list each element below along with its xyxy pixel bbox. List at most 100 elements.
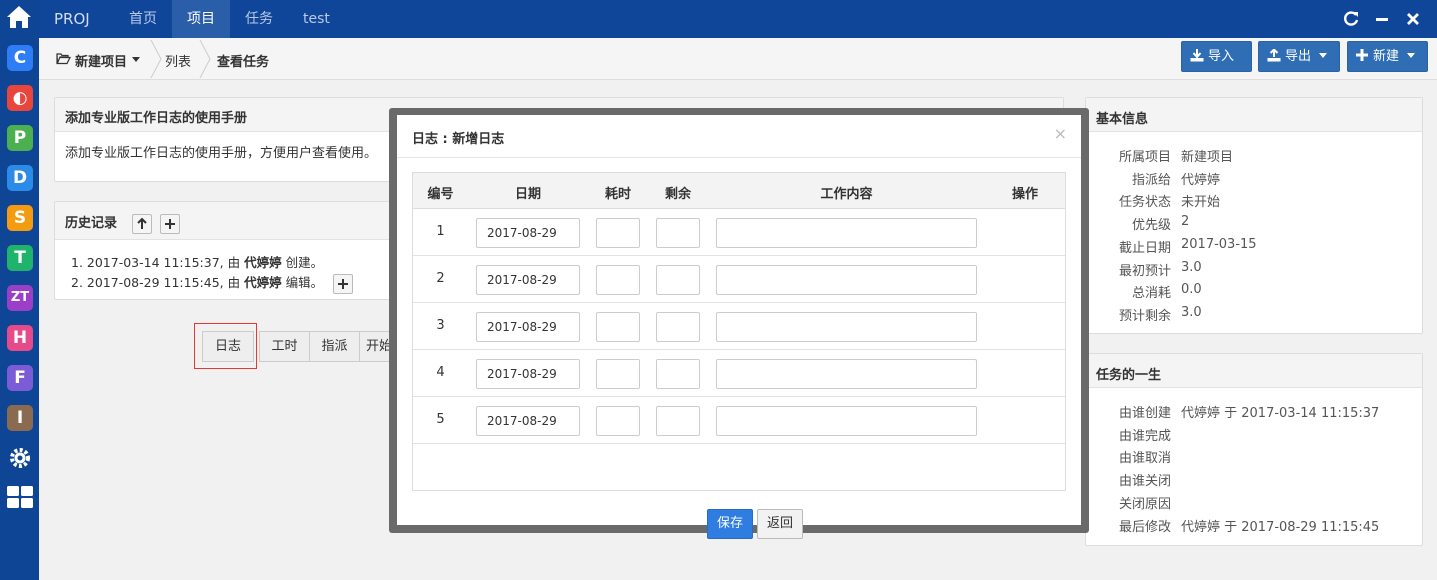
dock-app-icon[interactable]: D [7, 165, 33, 191]
nav-test[interactable]: test [288, 0, 345, 38]
left-input[interactable] [656, 406, 700, 436]
nav-home[interactable]: 首页 [114, 0, 172, 38]
history-entry: 2. 2017-08-29 11:15:45, 由 代婷婷 编辑。 [71, 272, 354, 294]
consumed-input[interactable] [596, 218, 640, 248]
import-label: 导入 [1208, 49, 1235, 64]
caret-down-icon [1407, 53, 1416, 58]
info-label: 最初预计 [1118, 263, 1171, 279]
top-navbar: PROJ 首页 项目 任务 test [39, 0, 1437, 38]
breadcrumb-separator [199, 40, 211, 78]
app-dock: C ◐ P D S T ZT H F I [0, 0, 39, 580]
consumed-input[interactable] [596, 265, 640, 295]
dock-app-icon[interactable]: F [7, 365, 33, 391]
history-entry-user: 代婷婷 [244, 275, 282, 290]
breadcrumb-list[interactable]: 列表 [165, 51, 191, 70]
back-button[interactable]: 返回 [757, 509, 803, 539]
caret-down-icon [1319, 53, 1328, 58]
export-button[interactable]: 导出 [1258, 41, 1340, 72]
info-value: 新建项目 [1181, 150, 1234, 165]
col-ops: 操作 [1011, 187, 1038, 202]
dock-app-icon[interactable]: ZT [7, 285, 33, 311]
nav-project[interactable]: 项目 [172, 0, 230, 38]
info-label: 指派给 [1131, 172, 1171, 188]
info-label: 总消耗 [1131, 286, 1171, 302]
date-input[interactable]: 2017-08-29 [476, 406, 580, 436]
consumed-input[interactable] [596, 312, 640, 342]
info-value: 3.0 [1181, 259, 1202, 275]
history-entry-user: 代婷婷 [244, 255, 282, 270]
date-input[interactable]: 2017-08-29 [476, 265, 580, 295]
work-content-input[interactable] [716, 312, 977, 342]
info-value: 未开始 [1181, 195, 1221, 211]
dock-app-icon[interactable]: P [7, 125, 33, 151]
log-button[interactable]: 日志 [202, 331, 254, 362]
breadcrumb-separator [150, 40, 162, 78]
info-label: 所属项目 [1118, 150, 1171, 165]
caret-down-icon[interactable] [132, 57, 140, 62]
dock-app-icon[interactable]: C [7, 45, 33, 71]
info-label: 最后修改 [1118, 519, 1171, 535]
history-expand-button[interactable] [160, 213, 181, 234]
date-input[interactable]: 2017-08-29 [476, 218, 580, 248]
dock-app-icon[interactable]: S [7, 205, 33, 231]
dock-app-icon[interactable]: I [7, 405, 33, 431]
breadcrumb-project[interactable]: 新建项目 [75, 51, 127, 70]
plus-icon [338, 278, 349, 289]
modal-close-icon[interactable]: × [1054, 124, 1067, 143]
log-row: 2 2017-08-29 [413, 256, 1065, 303]
download-icon [1190, 49, 1204, 62]
log-row-number: 5 [436, 412, 445, 427]
col-date: 日期 [514, 187, 541, 202]
log-table: 编号 日期 耗时 剩余 工作内容 操作 1 2017-08-29 2 2017-08-… [412, 172, 1066, 539]
left-input[interactable] [656, 218, 700, 248]
history-entry-action: 创建。 [281, 255, 324, 270]
history-title: 历史记录 [65, 216, 118, 231]
save-button[interactable]: 保存 [707, 509, 753, 539]
consumed-input[interactable] [596, 359, 640, 389]
left-input[interactable] [656, 359, 700, 389]
left-input[interactable] [656, 265, 700, 295]
dock-app-icon[interactable]: ◐ [7, 85, 33, 111]
history-comment-button[interactable] [333, 273, 354, 294]
hours-button[interactable]: 工时 [259, 331, 310, 362]
work-content-input[interactable] [716, 265, 977, 295]
upload-icon [1267, 48, 1281, 62]
log-row-number: 3 [436, 318, 445, 333]
minimize-icon[interactable] [1373, 10, 1391, 28]
log-row: 5 2017-08-29 [413, 397, 1065, 444]
info-value: 代婷婷 于 2017-08-29 11:15:45 [1181, 519, 1380, 535]
log-row-number: 4 [436, 365, 445, 380]
dock-app-icon[interactable]: T [7, 245, 33, 271]
grid-apps-icon[interactable] [7, 486, 33, 508]
refresh-icon[interactable] [1342, 10, 1360, 28]
new-button[interactable]: 新建 [1347, 41, 1428, 72]
work-content-input[interactable] [716, 218, 977, 248]
assign-button[interactable]: 指派 [309, 331, 360, 362]
history-toggle-button[interactable] [131, 213, 152, 234]
breadcrumb-current: 查看任务 [217, 55, 270, 70]
info-value: 代婷婷 于 2017-03-14 11:15:37 [1181, 406, 1380, 421]
export-label: 导出 [1285, 49, 1312, 64]
dock-app-icon[interactable]: H [7, 325, 33, 351]
new-label: 新建 [1373, 49, 1400, 64]
left-input[interactable] [656, 312, 700, 342]
modal-title: 日志 : 新增日志 [412, 132, 505, 147]
home-icon[interactable] [5, 4, 33, 30]
work-content-input[interactable] [716, 406, 977, 436]
info-label: 由谁关闭 [1118, 474, 1171, 490]
plus-icon [165, 218, 176, 229]
import-button[interactable]: 导入 [1181, 41, 1252, 72]
date-input[interactable]: 2017-08-29 [476, 312, 580, 342]
col-left: 剩余 [664, 187, 691, 202]
info-value: 2 [1181, 214, 1190, 230]
add-log-modal: 日志 : 新增日志 × 编号 日期 耗时 剩余 工作内容 操作 1 2017-08… [397, 115, 1081, 539]
work-content-input[interactable] [716, 359, 977, 389]
gear-icon[interactable] [7, 445, 33, 471]
close-icon[interactable] [1404, 10, 1422, 28]
log-row: 1 2017-08-29 [413, 209, 1065, 256]
info-label: 优先级 [1131, 218, 1171, 234]
consumed-input[interactable] [596, 406, 640, 436]
date-input[interactable]: 2017-08-29 [476, 359, 580, 389]
plus-icon [1356, 49, 1368, 61]
nav-task[interactable]: 任务 [230, 0, 288, 38]
